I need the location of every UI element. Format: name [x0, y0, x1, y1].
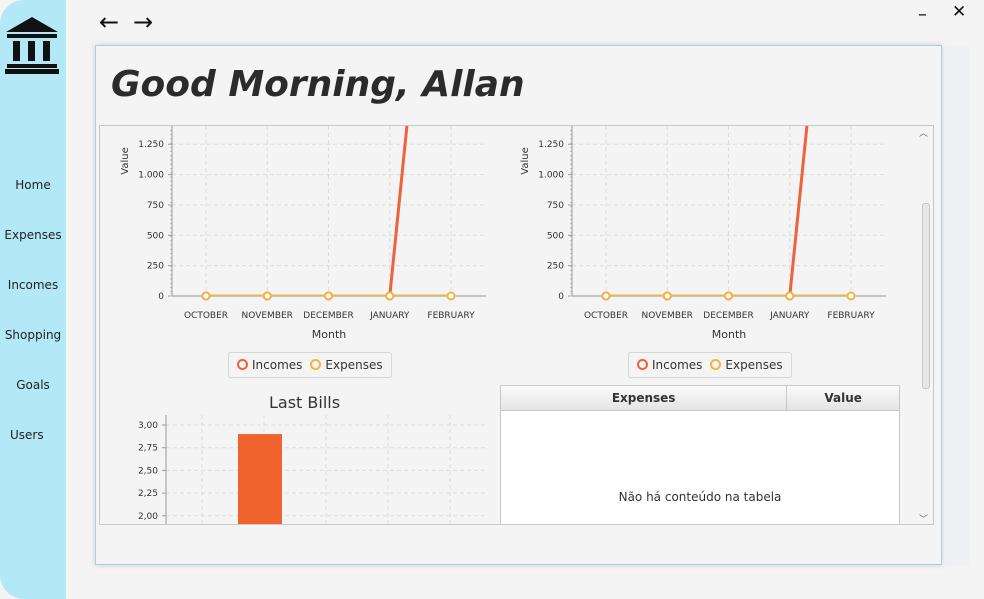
x-tick-label: DECEMBER	[303, 311, 353, 321]
column-header-value[interactable]: Value	[787, 386, 899, 410]
y-tick-label: 500	[547, 231, 564, 241]
expenses-marker-icon	[710, 359, 722, 370]
data-point-expenses	[385, 291, 395, 301]
y-tick-label: 750	[547, 201, 564, 211]
legend-incomes-label: Incomes	[652, 358, 703, 372]
incomes-expenses-chart-right: 0 250 500 750 1.000 1.250 OCTOBER NOVEMBER DECEM…	[520, 126, 886, 341]
y-tick-label: 0	[558, 292, 564, 302]
data-point-expenses	[601, 291, 611, 301]
x-tick-label: OCTOBER	[184, 311, 228, 321]
right-strip	[944, 45, 969, 565]
expenses-marker-icon	[310, 359, 322, 370]
incomes-expenses-chart-left: 0 250 500 750 1.000 1.250 OCTOBER NOVEMBER DECEM…	[120, 126, 486, 341]
y-tick-label: 250	[547, 262, 564, 272]
x-axis-label: Month	[712, 328, 747, 341]
sidebar-item-users[interactable]: Users	[10, 428, 76, 442]
x-tick-label: FEBRUARY	[427, 311, 475, 321]
y-tick-label: 1.000	[138, 171, 164, 181]
y-tick-label: 1.000	[538, 171, 564, 181]
column-header-expenses[interactable]: Expenses	[501, 386, 788, 410]
table-empty-message: Não há conteúdo na tabela	[618, 490, 782, 504]
sidebar-item-shopping[interactable]: Shopping	[0, 328, 66, 342]
y-tick-label: 2,50	[138, 466, 158, 476]
data-point-expenses	[846, 291, 856, 301]
scroll-up-icon[interactable]: ︿	[919, 126, 928, 139]
x-tick-label: JANUARY	[769, 311, 810, 321]
table-header: Expenses Value	[501, 386, 899, 411]
data-point-expenses	[662, 291, 672, 301]
x-tick-label: OCTOBER	[584, 311, 628, 321]
data-point-expenses	[324, 291, 333, 301]
y-tick-label: 0	[158, 292, 164, 302]
minimize-icon[interactable]: –	[918, 6, 927, 24]
legend-expenses: Expenses	[310, 358, 383, 372]
back-arrow-icon[interactable]: ←	[99, 10, 119, 34]
expenses-table[interactable]: Expenses Value Não há conteúdo na tabela	[500, 385, 900, 525]
y-tick-label: 1.250	[538, 140, 564, 150]
scrollbar-thumb[interactable]	[922, 203, 930, 389]
sidebar-item-incomes[interactable]: Incomes	[0, 278, 66, 292]
y-axis-label: Value	[120, 147, 131, 174]
data-point-expenses	[724, 291, 733, 301]
bank-icon	[5, 17, 59, 74]
data-point-expenses	[262, 291, 272, 301]
y-tick-label: 750	[147, 201, 164, 211]
sidebar-item-home[interactable]: Home	[0, 178, 66, 192]
scroll-down-icon[interactable]: ﹀	[919, 512, 928, 525]
y-tick-label: 250	[147, 262, 164, 272]
y-tick-label: 2,25	[138, 489, 158, 499]
x-tick-label: DECEMBER	[703, 311, 753, 321]
sidebar-item-goals[interactable]: Goals	[0, 378, 66, 392]
y-axis-label: Value	[520, 147, 531, 174]
sidebar-item-expenses[interactable]: Expenses	[0, 228, 66, 242]
data-point-expenses	[201, 291, 211, 301]
incomes-marker-icon	[237, 359, 248, 370]
incomes-marker-icon	[637, 359, 648, 370]
last-bills-title: Last Bills	[269, 393, 341, 412]
bar	[238, 434, 282, 524]
legend-incomes: Incomes	[237, 358, 302, 372]
x-tick-label: FEBRUARY	[827, 311, 875, 321]
legend-expenses: Expenses	[710, 358, 783, 372]
chart-legend-left: Incomes Expenses	[228, 352, 392, 378]
x-tick-label: NOVEMBER	[642, 311, 693, 321]
legend-expenses-label: Expenses	[725, 358, 783, 372]
greeting-title: Good Morning, Allan	[111, 64, 525, 105]
sidebar: Home Expenses Incomes Shopping Goals Use…	[0, 0, 66, 599]
close-icon[interactable]: ✕	[952, 4, 966, 21]
chart-legend-right: Incomes Expenses	[628, 352, 792, 378]
forward-arrow-icon[interactable]: →	[133, 10, 153, 34]
y-tick-label: 2,75	[138, 444, 158, 454]
y-tick-label: 500	[147, 231, 164, 241]
data-point-expenses	[785, 291, 795, 301]
y-tick-label: 1.250	[138, 140, 164, 150]
x-axis-label: Month	[312, 328, 347, 341]
legend-incomes-label: Incomes	[252, 358, 303, 372]
last-bills-chart: 3,00 2,75 2,50 2,25 2,00	[138, 415, 486, 524]
legend-expenses-label: Expenses	[325, 358, 383, 372]
legend-incomes: Incomes	[637, 358, 702, 372]
x-tick-label: NOVEMBER	[242, 311, 293, 321]
x-tick-label: JANUARY	[369, 311, 410, 321]
y-tick-label: 3,00	[138, 421, 158, 431]
y-tick-label: 2,00	[138, 512, 158, 522]
data-point-expenses	[446, 291, 456, 301]
